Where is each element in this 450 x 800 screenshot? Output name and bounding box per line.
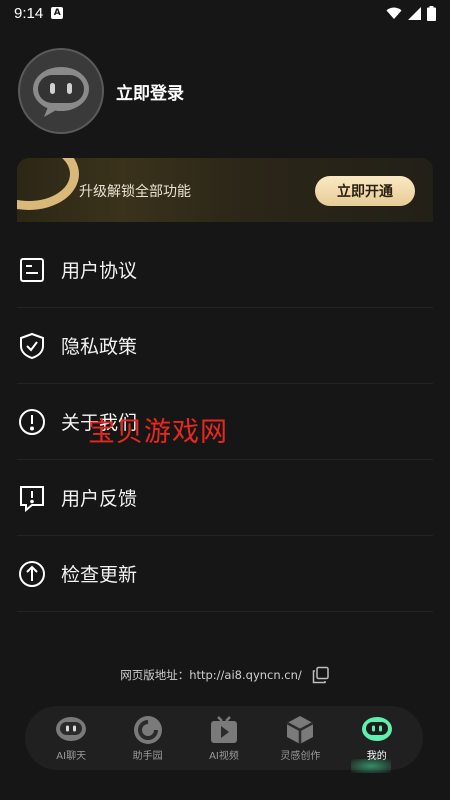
notification-icon: A xyxy=(51,7,64,19)
nav-item-assistant[interactable]: 助手园 xyxy=(112,715,184,762)
nav-label: 灵感创作 xyxy=(280,750,321,762)
battery-icon xyxy=(427,5,436,21)
nav-item-creation[interactable]: 灵感创作 xyxy=(264,715,336,762)
info-circle-icon xyxy=(17,407,47,437)
menu-item-label: 检查更新 xyxy=(61,564,138,586)
cube-icon xyxy=(283,715,317,745)
menu-item-label: 用户协议 xyxy=(61,260,138,282)
web-address: 网页版地址： http://ai8.qyncn.cn/ xyxy=(0,666,450,684)
wifi-icon xyxy=(386,7,402,19)
robot-chat-icon xyxy=(54,715,88,745)
vip-activate-button[interactable]: 立即开通 xyxy=(315,176,415,206)
document-icon xyxy=(17,255,47,285)
avatar[interactable] xyxy=(18,48,104,134)
profile-header[interactable]: 立即登录 xyxy=(18,48,184,134)
status-time: 9:14 xyxy=(14,4,44,22)
robot-avatar-icon xyxy=(33,67,89,117)
active-indicator-glow xyxy=(350,758,391,773)
nav-item-mine[interactable]: 我的 xyxy=(341,715,413,773)
status-indicators xyxy=(386,5,436,21)
shield-check-icon xyxy=(17,331,47,361)
status-bar: 9:14 A xyxy=(0,0,450,26)
arrow-up-circle-icon xyxy=(17,559,47,589)
menu-item-privacy-policy[interactable]: 隐私政策 xyxy=(17,308,433,384)
nav-label: 助手园 xyxy=(132,750,163,762)
copy-icon[interactable] xyxy=(312,666,330,684)
vip-text: 升级解锁全部功能 xyxy=(79,184,191,200)
vip-banner[interactable]: 升级解锁全部功能 立即开通 xyxy=(17,158,433,222)
nav-item-ai-chat[interactable]: AI聊天 xyxy=(35,715,107,762)
login-label[interactable]: 立即登录 xyxy=(116,79,184,104)
nav-label: AI聊天 xyxy=(56,750,87,762)
nav-item-ai-video[interactable]: AI视频 xyxy=(188,715,260,762)
web-address-url[interactable]: http://ai8.qyncn.cn/ xyxy=(189,668,302,682)
video-tv-icon xyxy=(207,715,241,745)
assistant-ring-icon xyxy=(131,715,165,745)
robot-profile-icon xyxy=(360,715,394,745)
watermark: 宝贝游戏网 xyxy=(88,417,228,448)
nav-label: AI视频 xyxy=(209,750,239,762)
menu-item-label: 用户反馈 xyxy=(61,488,138,510)
menu-item-check-update[interactable]: 检查更新 xyxy=(17,536,433,612)
menu-item-feedback[interactable]: 用户反馈 xyxy=(17,460,433,536)
vip-decoration xyxy=(17,158,79,210)
menu-item-label: 隐私政策 xyxy=(61,336,138,358)
signal-icon xyxy=(408,6,421,20)
feedback-icon xyxy=(17,483,47,513)
bottom-navigation: AI聊天 助手园 AI视频 灵感创作 我的 xyxy=(25,706,423,773)
menu-item-user-agreement[interactable]: 用户协议 xyxy=(17,232,433,308)
web-address-label: 网页版地址： xyxy=(120,668,190,682)
